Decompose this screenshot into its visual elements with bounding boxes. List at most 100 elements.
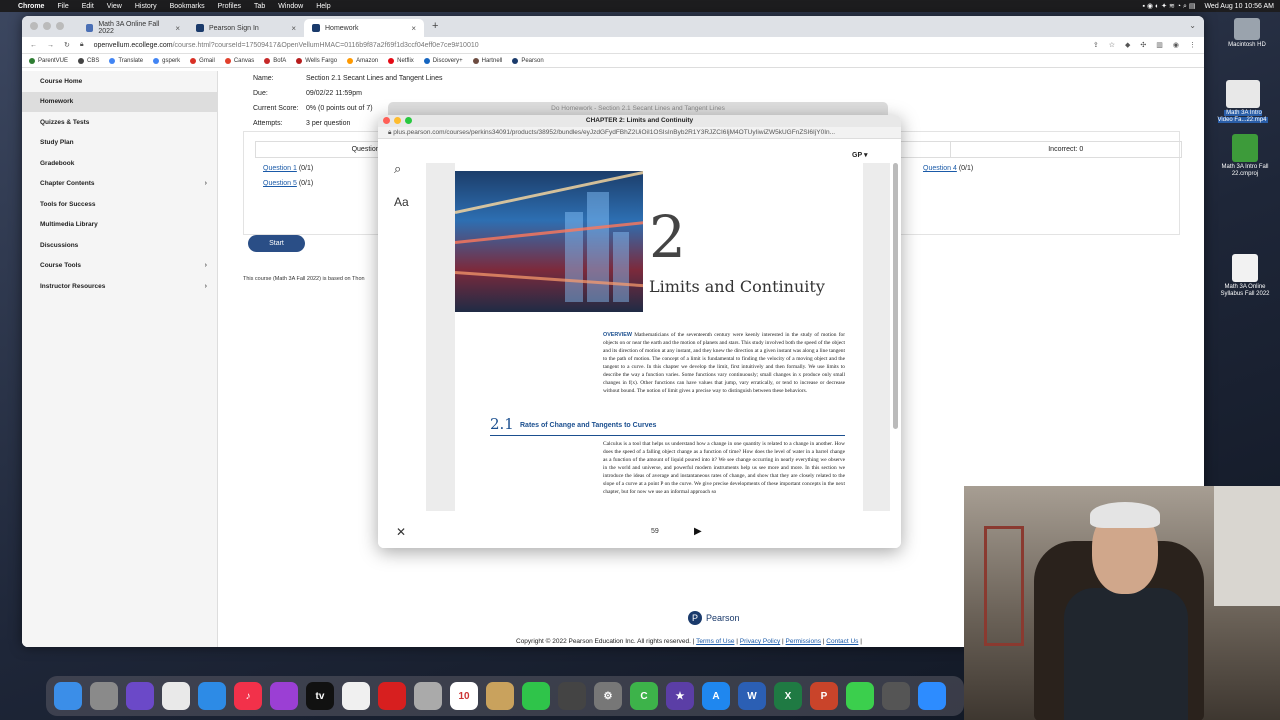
dock-safari-icon[interactable] (198, 682, 226, 710)
menu-app-name[interactable]: Chrome (18, 3, 44, 10)
sidebar-item-gradebook[interactable]: Gradebook (22, 153, 217, 174)
status-icons[interactable]: ▪ ◉ ◐ ✦ ≋ ◔ ⌕ ▤ (1143, 2, 1196, 11)
dock-podcasts-icon[interactable] (270, 682, 298, 710)
forward-icon[interactable]: → (47, 42, 54, 49)
desktop-icon-intro-video[interactable]: Math 3A Intro Video Fa...22.mp4 (1217, 80, 1269, 124)
search-icon[interactable]: ⌕ (394, 161, 409, 177)
question-5-link[interactable]: Question 5 (263, 180, 297, 187)
contact-link[interactable]: Contact Us (826, 638, 858, 645)
dock-calendar-icon[interactable]: 10 (450, 682, 478, 710)
sidebar-item-multimedia-library[interactable]: Multimedia Library (22, 215, 217, 236)
sidebar-item-tools-for-success[interactable]: Tools for Success (22, 194, 217, 215)
dock-music-icon[interactable]: ♪ (234, 682, 262, 710)
question-4-link[interactable]: Question 4 (923, 165, 957, 172)
bookmark-bofa[interactable]: BofA (264, 57, 286, 64)
dock-word-icon[interactable]: W (738, 682, 766, 710)
dock-app-store-icon[interactable]: A (702, 682, 730, 710)
dock-messages-icon[interactable] (846, 682, 874, 710)
dock-chrome-icon[interactable] (162, 682, 190, 710)
desktop-icon-cmproj[interactable]: Math 3A Intro Fall 22.cmproj (1219, 134, 1271, 178)
menu-window[interactable]: Window (278, 3, 303, 10)
reader-scrollbar[interactable] (893, 163, 898, 429)
sidepanel-icon[interactable]: ▥ (1156, 41, 1163, 49)
dock-imovie-icon[interactable]: ★ (666, 682, 694, 710)
desktop-icon-syllabus[interactable]: Math 3A Online Syllabus Fall 2022 (1219, 254, 1271, 298)
bookmark-wells-fargo[interactable]: Wells Fargo (296, 57, 337, 64)
tab-pearson-sign-in[interactable]: Pearson Sign In × (188, 19, 304, 37)
dock-zoom-icon[interactable] (918, 682, 946, 710)
menu-edit[interactable]: Edit (82, 3, 94, 10)
minimize-window-icon[interactable] (394, 117, 401, 124)
bookmark-parentvue[interactable]: ParentVUE (29, 57, 68, 64)
new-tab-icon[interactable]: + (432, 20, 438, 32)
dock-finder-icon[interactable] (54, 682, 82, 710)
maximize-window-icon[interactable] (56, 22, 64, 30)
profile-icon[interactable]: ◉ (1173, 41, 1179, 49)
url-field[interactable]: openvellum.ecollege.com/course.html?cour… (94, 42, 1083, 49)
bookmark-cbs[interactable]: CBS (78, 57, 99, 64)
menu-bookmarks[interactable]: Bookmarks (170, 3, 205, 10)
start-button[interactable]: Start (248, 235, 305, 252)
question-1-link[interactable]: Question 1 (263, 165, 297, 172)
sidebar-item-course-tools[interactable]: Course Tools › (22, 256, 217, 277)
tab-close-icon[interactable]: × (175, 24, 180, 33)
dock-photos-icon[interactable] (342, 682, 370, 710)
page-number[interactable]: 59 (651, 528, 659, 535)
tab-math-3a[interactable]: Math 3A Online Fall 2022 × (78, 19, 188, 37)
lock-icon[interactable]: 🔒︎ (80, 41, 84, 49)
dock-tv-icon[interactable]: tv (306, 682, 334, 710)
homework-popup-titlebar[interactable]: Do Homework - Section 2.1 Secant Lines a… (388, 102, 888, 116)
dock-printer-icon[interactable] (882, 682, 910, 710)
menu-view[interactable]: View (107, 3, 122, 10)
share-icon[interactable]: ⇪ (1093, 41, 1099, 49)
bookmark-netflix[interactable]: Netflix (388, 57, 414, 64)
sidebar-item-quizzes-tests[interactable]: Quizzes & Tests (22, 112, 217, 133)
menu-history[interactable]: History (135, 3, 157, 10)
sidebar-item-chapter-contents[interactable]: Chapter Contents › (22, 174, 217, 195)
text-size-icon[interactable]: Aa (394, 195, 409, 209)
tab-close-icon[interactable]: × (411, 24, 416, 33)
dock-acrobat-icon[interactable] (378, 682, 406, 710)
page-viewer[interactable]: 2 Limits and Continuity OVERVIEW Mathema… (426, 163, 890, 511)
dock-launchpad-icon[interactable] (90, 682, 118, 710)
menu-help[interactable]: Help (316, 3, 330, 10)
menu-profiles[interactable]: Profiles (218, 3, 241, 10)
permissions-link[interactable]: Permissions (786, 638, 821, 645)
dock-excel-icon[interactable]: X (774, 682, 802, 710)
tab-homework[interactable]: Homework × (304, 19, 424, 37)
gp-menu[interactable]: GP ▾ (852, 151, 867, 159)
menubar-clock[interactable]: Wed Aug 10 10:56 AM (1204, 3, 1274, 10)
back-icon[interactable]: ← (30, 42, 37, 49)
close-icon[interactable]: ✕ (396, 525, 406, 539)
sidebar-item-course-home[interactable]: Course Home (22, 71, 217, 92)
bookmark-hartnell[interactable]: Hartnell (472, 57, 502, 64)
dock-system-preferences-icon[interactable]: ⚙ (594, 682, 622, 710)
tab-search-chevron-icon[interactable]: ⌄ (1189, 21, 1196, 30)
extension-icon[interactable]: ◆ (1125, 41, 1130, 49)
bookmark-pearson[interactable]: Pearson (512, 57, 544, 64)
dock-powerpoint-icon[interactable]: P (810, 682, 838, 710)
reload-icon[interactable]: ↻ (64, 41, 70, 49)
next-page-icon[interactable]: ▶ (694, 526, 702, 537)
bookmark-discovery-[interactable]: Discovery+ (423, 57, 463, 64)
minimize-window-icon[interactable] (43, 22, 51, 30)
desktop-icon-macintosh-hd[interactable]: Macintosh HD (1221, 18, 1273, 49)
dock-facetime-icon[interactable] (522, 682, 550, 710)
sidebar-item-homework[interactable]: Homework (22, 91, 217, 112)
bookmark-canvas[interactable]: Canvas (224, 57, 254, 64)
bookmark-translate[interactable]: Translate (109, 57, 143, 64)
dock-siri-icon[interactable] (126, 682, 154, 710)
tab-close-icon[interactable]: × (291, 24, 296, 33)
close-window-icon[interactable] (30, 22, 38, 30)
bookmark-gsperk[interactable]: gsperk (153, 57, 180, 64)
sidebar-item-instructor-resources[interactable]: Instructor Resources › (22, 276, 217, 297)
close-window-icon[interactable] (383, 117, 390, 124)
bookmark-amazon[interactable]: Amazon (347, 57, 378, 64)
maximize-window-icon[interactable] (405, 117, 412, 124)
privacy-link[interactable]: Privacy Policy (740, 638, 780, 645)
chrome-menu-icon[interactable]: ⋮ (1189, 41, 1196, 49)
dock-quicktime-icon[interactable] (558, 682, 586, 710)
sidebar-item-discussions[interactable]: Discussions (22, 235, 217, 256)
sidebar-item-study-plan[interactable]: Study Plan (22, 133, 217, 154)
bookmark-gmail[interactable]: Gmail (190, 57, 215, 64)
